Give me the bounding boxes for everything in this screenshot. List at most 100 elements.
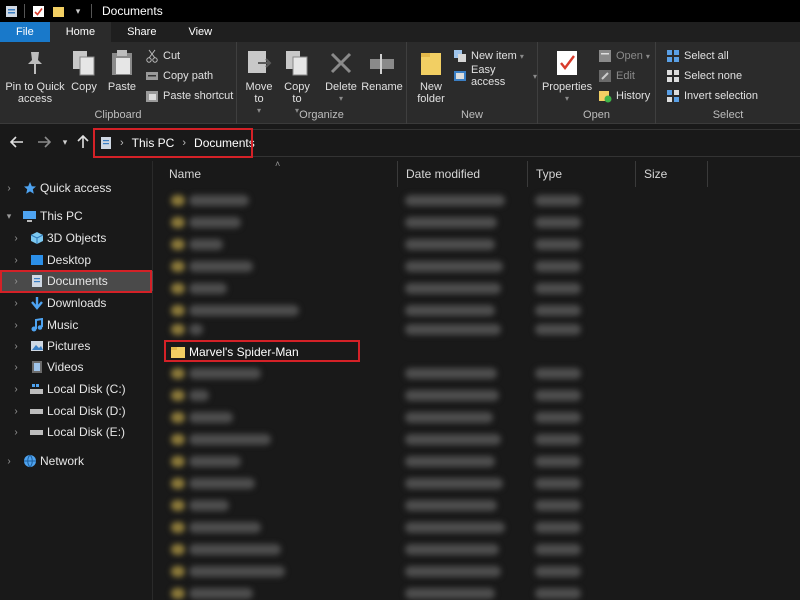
easy-access-button[interactable]: Easy access ▾	[453, 64, 537, 88]
back-arrow-icon[interactable]	[8, 133, 26, 151]
new-folder-label: New folder	[417, 81, 445, 105]
cut-button[interactable]: Cut	[145, 47, 180, 65]
new-group-label: New	[460, 109, 483, 121]
expand-chevron-icon[interactable]: ›	[11, 384, 21, 395]
properties-icon[interactable]	[31, 4, 45, 18]
tree-item-3d-objects[interactable]: › 3D Objects	[0, 228, 153, 248]
new-item-button[interactable]: New item ▾	[453, 47, 524, 65]
tree-item-downloads[interactable]: › Downloads	[0, 293, 153, 313]
obscured-type	[535, 500, 581, 511]
tree-item-pictures[interactable]: › Pictures	[0, 336, 153, 356]
copy-button[interactable]: Copy	[66, 48, 102, 93]
expand-chevron-icon[interactable]: ›	[11, 341, 21, 352]
tab-view[interactable]: View	[172, 22, 228, 42]
tree-item-music[interactable]: › Music	[0, 315, 153, 335]
obscured-type	[535, 217, 581, 228]
tree-item-desktop[interactable]: › Desktop	[0, 250, 153, 270]
obscured-file-name	[189, 368, 261, 379]
move-to-button[interactable]: Move to ▾	[241, 48, 277, 117]
invert-selection-button[interactable]: Invert selection	[666, 87, 758, 105]
tree-item-network[interactable]: › Network	[0, 451, 153, 471]
tree-item-local-disk-c[interactable]: › Local Disk (C:)	[0, 379, 153, 399]
new-item-icon	[453, 49, 467, 63]
file-row[interactable]	[153, 583, 800, 600]
column-header-name[interactable]: Name ˄	[153, 161, 398, 187]
copy-path-button[interactable]: Copy path	[145, 67, 213, 85]
tree-item-local-disk-d[interactable]: › Local Disk (D:)	[0, 401, 153, 421]
file-row[interactable]	[153, 495, 800, 517]
column-header-size[interactable]: Size	[636, 161, 708, 187]
properties-button[interactable]: Properties ▾	[542, 48, 592, 105]
collapse-chevron-icon[interactable]: ▾	[4, 211, 14, 222]
edit-icon	[598, 69, 612, 83]
expand-chevron-icon[interactable]: ›	[11, 255, 21, 266]
tab-share[interactable]: Share	[111, 22, 172, 42]
expand-chevron-icon[interactable]: ›	[11, 427, 21, 438]
copy-to-label: Copy to	[284, 81, 310, 105]
new-folder-icon[interactable]	[51, 4, 65, 18]
organize-group: Move to ▾ Copy to ▾ Delete ▾ Rename Orga…	[237, 42, 407, 124]
file-row[interactable]	[153, 212, 800, 234]
file-row[interactable]	[153, 190, 800, 212]
file-row[interactable]	[153, 517, 800, 539]
obscured-file-name	[189, 261, 253, 272]
tree-item-videos[interactable]: › Videos	[0, 357, 153, 377]
file-row[interactable]	[153, 385, 800, 407]
obscured-file-name	[189, 324, 203, 335]
file-row[interactable]	[153, 429, 800, 451]
file-row[interactable]	[153, 363, 800, 385]
column-header-date-modified[interactable]: Date modified	[398, 161, 528, 187]
file-row[interactable]	[153, 561, 800, 583]
copy-path-icon	[145, 69, 159, 83]
copy-to-button[interactable]: Copy to ▾	[279, 48, 315, 117]
obscured-type	[535, 566, 581, 577]
tree-item-this-pc[interactable]: ▾ This PC	[0, 206, 153, 226]
file-row[interactable]	[153, 278, 800, 300]
file-row[interactable]	[153, 451, 800, 473]
paste-button[interactable]: Paste	[104, 48, 140, 93]
tree-item-local-disk-e[interactable]: › Local Disk (E:)	[0, 422, 153, 442]
recent-locations-chevron-icon[interactable]: ▾	[56, 133, 74, 151]
file-row[interactable]	[153, 539, 800, 561]
history-button[interactable]: History	[598, 87, 650, 105]
file-row[interactable]	[153, 234, 800, 256]
tree-item-quick-access[interactable]: › Quick access	[0, 178, 153, 198]
clipboard-group-label: Clipboard	[94, 109, 142, 121]
file-row[interactable]	[153, 256, 800, 278]
expand-chevron-icon[interactable]: ›	[4, 456, 14, 467]
open-button[interactable]: Open ▾	[598, 47, 650, 65]
delete-button[interactable]: Delete ▾	[323, 48, 359, 105]
forward-arrow-icon[interactable]	[35, 133, 53, 151]
edit-button[interactable]: Edit	[598, 67, 635, 85]
expand-chevron-icon[interactable]: ›	[11, 320, 21, 331]
obscured-type	[535, 390, 581, 401]
rename-button[interactable]: Rename	[361, 48, 403, 93]
tab-home[interactable]: Home	[49, 22, 112, 42]
tree-label: Downloads	[47, 296, 107, 310]
customize-quick-access-icon[interactable]: ▾	[71, 4, 85, 18]
select-none-button[interactable]: Select none	[666, 67, 742, 85]
expand-chevron-icon[interactable]: ›	[4, 183, 14, 194]
pin-to-quick-access-button[interactable]: Pin to Quick access	[4, 48, 66, 105]
tab-file[interactable]: File	[0, 22, 50, 42]
expand-chevron-icon[interactable]: ›	[11, 406, 21, 417]
folder-icon	[171, 283, 185, 294]
select-all-button[interactable]: Select all	[666, 47, 729, 65]
file-row[interactable]	[153, 319, 800, 341]
cube-icon	[29, 231, 44, 246]
up-arrow-icon[interactable]	[74, 133, 92, 151]
picture-icon	[29, 339, 44, 354]
expand-chevron-icon[interactable]: ›	[11, 233, 21, 244]
open-label: Open	[616, 50, 643, 62]
expand-chevron-icon[interactable]: ›	[11, 362, 21, 373]
folder-icon	[171, 566, 185, 577]
clipboard-group: Pin to Quick access Copy Paste Cut Copy …	[0, 42, 237, 124]
new-folder-button[interactable]: New folder	[411, 48, 451, 105]
column-header-type[interactable]: Type	[528, 161, 636, 187]
file-row[interactable]	[153, 407, 800, 429]
pin-label: Pin to Quick access	[5, 81, 65, 105]
expand-chevron-icon[interactable]: ›	[11, 298, 21, 309]
paste-shortcut-button[interactable]: Paste shortcut	[145, 87, 233, 105]
file-row[interactable]	[153, 473, 800, 495]
rename-icon	[367, 48, 397, 78]
